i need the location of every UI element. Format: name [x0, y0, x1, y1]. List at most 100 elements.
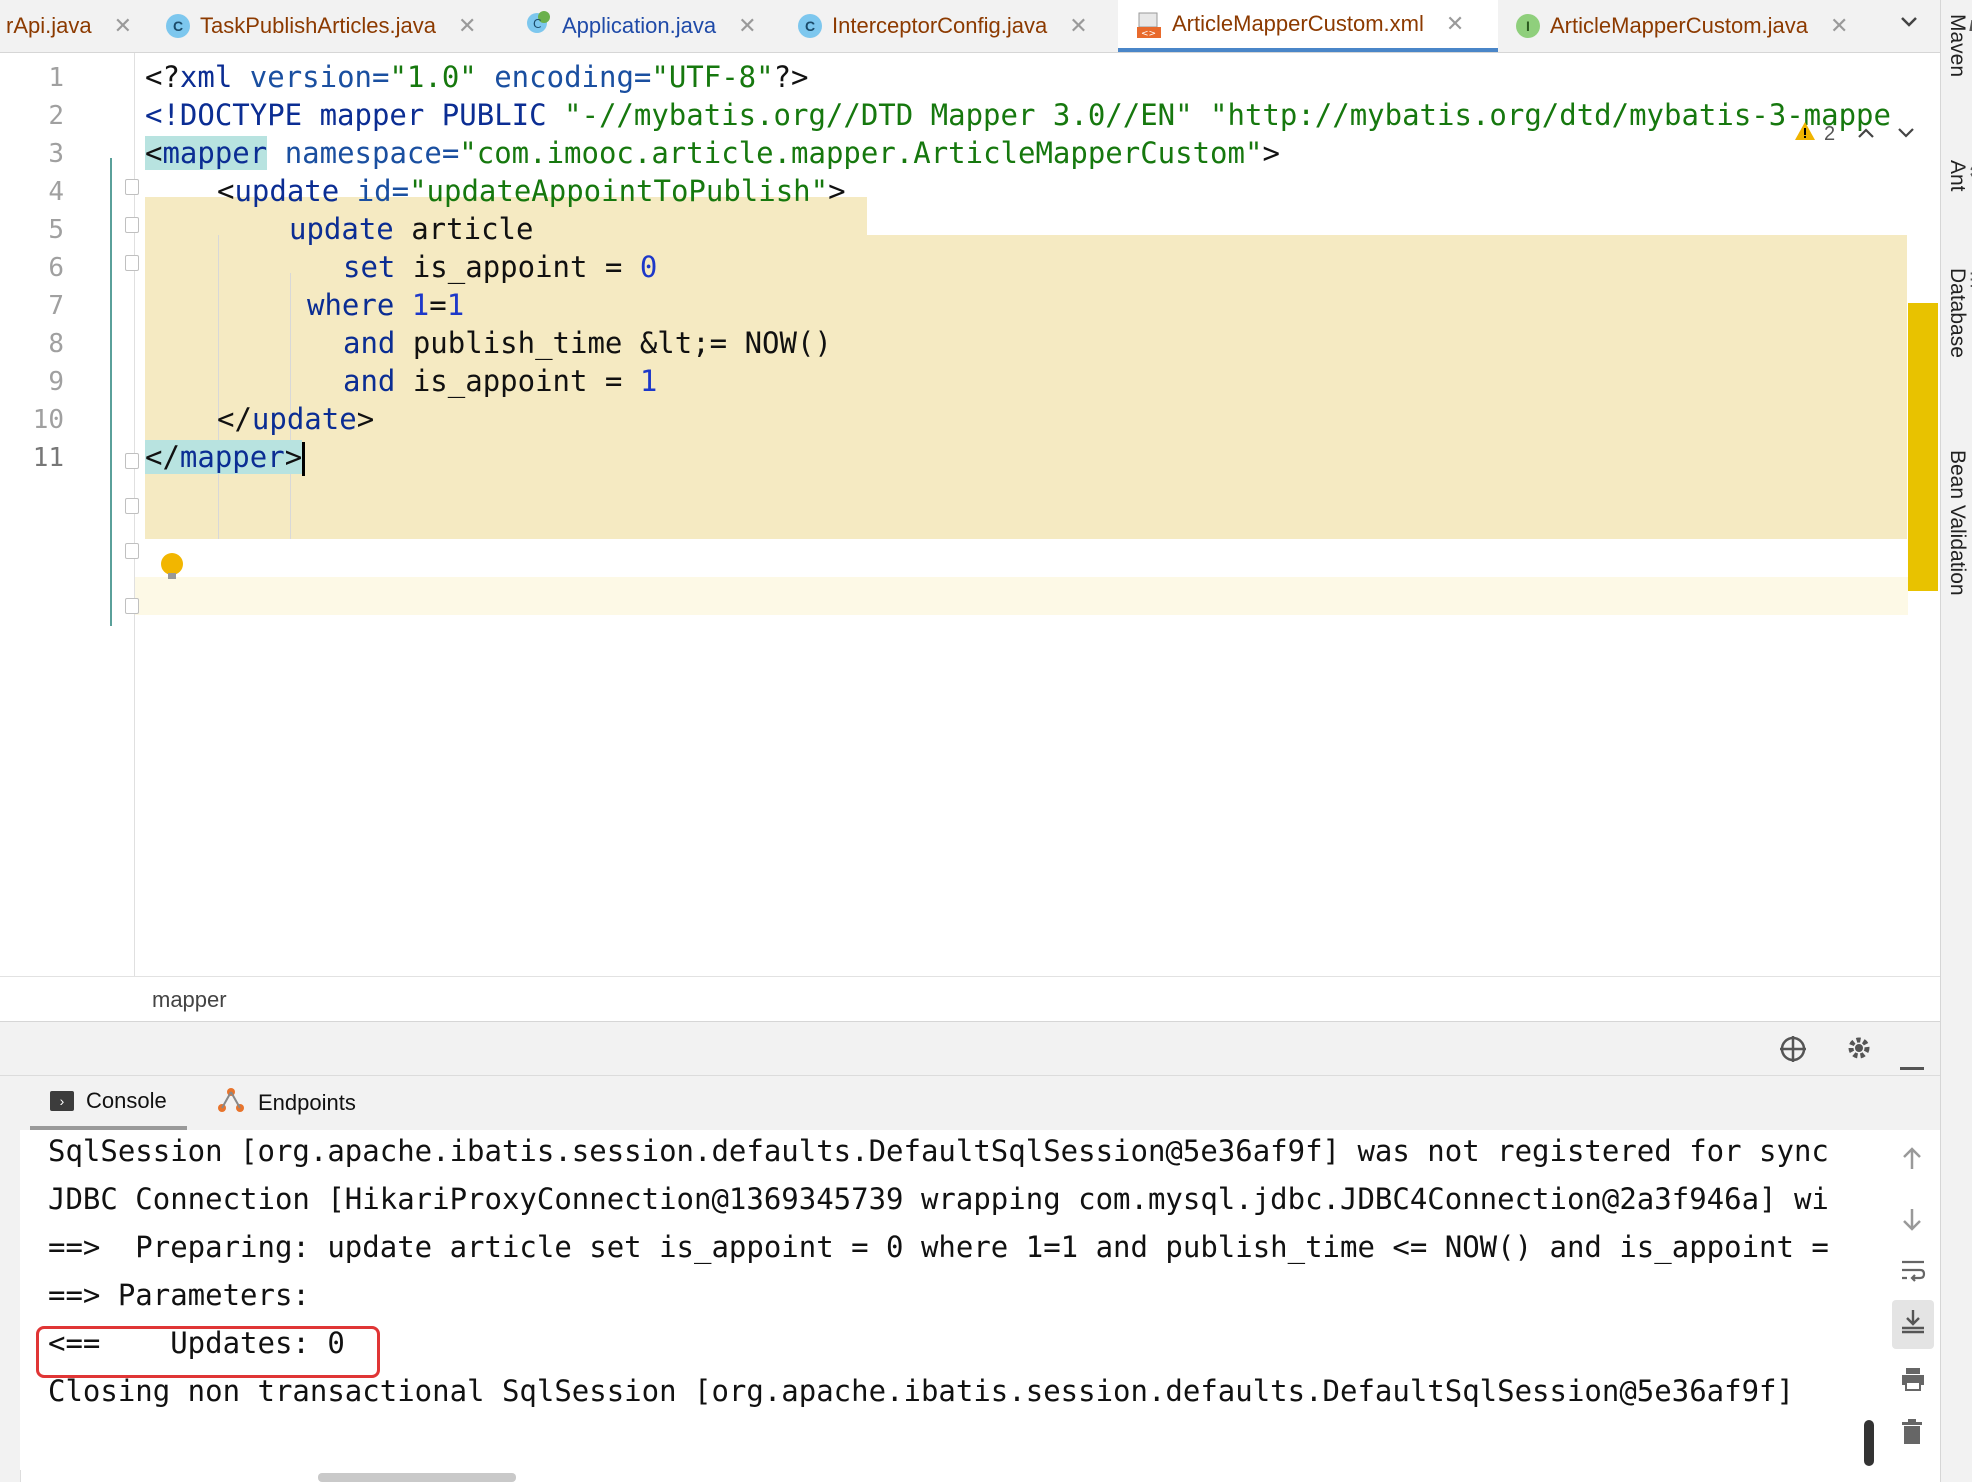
warning-count: 2 — [1824, 122, 1836, 145]
indent-guide — [218, 235, 219, 539]
breadcrumb-item[interactable]: mapper — [152, 987, 227, 1013]
tab-taskpublisharticles-java[interactable]: C TaskPublishArticles.java ✕ — [166, 0, 476, 52]
tab-articlemappercustom-xml[interactable]: <> ArticleMapperCustom.xml ✕ — [1118, 0, 1498, 52]
class-icon: C — [166, 14, 190, 38]
soft-wrap-icon[interactable] — [1900, 1258, 1926, 1289]
print-icon[interactable] — [1900, 1366, 1926, 1399]
crosshair-icon[interactable] — [1778, 1034, 1808, 1071]
gear-icon[interactable] — [1845, 1034, 1873, 1069]
error-stripe-marker[interactable] — [1908, 303, 1938, 591]
fold-toggle-icon[interactable] — [125, 217, 139, 233]
fold-toggle-icon[interactable] — [125, 255, 139, 271]
line-number: 3 — [48, 139, 64, 169]
bean-validation-label: Bean Validation — [1946, 450, 1969, 596]
breadcrumb: mapper — [0, 976, 1940, 1021]
text-caret — [302, 442, 306, 476]
console-line: SqlSession [org.apache.ibatis.session.de… — [48, 1134, 1829, 1168]
tab-console[interactable]: › Console — [30, 1076, 187, 1130]
tab-articlemappercustom-java[interactable]: I ArticleMapperCustom.java ✕ — [1516, 0, 1848, 52]
code-line-5: update article — [289, 212, 534, 246]
chevron-down-icon[interactable] — [1898, 10, 1920, 38]
inspection-widget[interactable]: 2 — [1794, 121, 1915, 147]
svg-text:<>: <> — [1141, 29, 1156, 39]
console-line: ==> Preparing: update article set is_app… — [48, 1230, 1829, 1264]
spring-app-icon: C — [524, 9, 552, 43]
maven-label: Maven — [1946, 14, 1969, 78]
tab-interceptorconfig-java[interactable]: C InterceptorConfig.java ✕ — [798, 0, 1088, 52]
tab-label: ArticleMapperCustom.java — [1550, 13, 1808, 38]
tab-application-java[interactable]: C Application.java ✕ — [524, 0, 757, 52]
code-line-11: </mapper> — [145, 438, 306, 476]
line-number: 1 — [48, 63, 64, 93]
ant-tool-button[interactable]: ✱ Ant — [1945, 160, 1972, 192]
tool-window-left-strip — [0, 1075, 21, 1482]
highlight-annotation-box — [36, 1326, 380, 1378]
editor-tab-bar: rApi.java ✕ C TaskPublishArticles.java ✕… — [0, 0, 1940, 53]
close-icon[interactable]: ✕ — [114, 13, 132, 39]
arrow-up-icon[interactable] — [1900, 1146, 1924, 1179]
horizontal-scrollbar[interactable] — [318, 1473, 516, 1482]
maven-tool-button[interactable]: m Maven — [1945, 14, 1972, 77]
code-line-1: <?xml version="1.0" encoding="UTF-8"?> — [145, 60, 809, 94]
lightbulb-icon[interactable] — [161, 553, 183, 579]
class-icon: C — [798, 14, 822, 38]
tab-console-label: Console — [86, 1088, 167, 1113]
console-icon: › — [50, 1091, 74, 1111]
chevron-up-icon[interactable] — [1857, 123, 1875, 146]
line-number: 9 — [48, 367, 64, 397]
trash-icon[interactable] — [1900, 1418, 1924, 1453]
tab-endpoints[interactable]: Endpoints — [216, 1076, 356, 1130]
code-line-8: and publish_time &lt;= NOW() — [343, 326, 832, 360]
xml-file-icon: <> — [1136, 11, 1162, 39]
current-line-highlight — [8, 577, 1908, 615]
tab-endpoints-label: Endpoints — [258, 1090, 356, 1115]
close-icon[interactable]: ✕ — [458, 13, 476, 39]
tool-window-header — [0, 1021, 1940, 1076]
close-icon[interactable]: ✕ — [1069, 13, 1087, 39]
line-number: 4 — [48, 177, 64, 207]
tab-label: ArticleMapperCustom.xml — [1172, 11, 1424, 36]
line-number: 2 — [48, 101, 64, 131]
console-output[interactable]: SqlSession [org.apache.ibatis.session.de… — [20, 1130, 1886, 1470]
line-number: 8 — [48, 329, 64, 359]
scroll-to-end-icon[interactable] — [1892, 1300, 1934, 1349]
minimize-icon[interactable] — [1900, 1046, 1924, 1078]
code-line-10: </update> — [217, 402, 375, 436]
tab-label: TaskPublishArticles.java — [200, 13, 436, 38]
tab-label: InterceptorConfig.java — [832, 13, 1048, 38]
close-icon[interactable]: ✕ — [738, 13, 756, 39]
close-icon[interactable]: ✕ — [1830, 13, 1848, 39]
endpoints-icon — [216, 1086, 246, 1120]
fold-toggle-icon[interactable] — [125, 453, 139, 469]
tab-label: Application.java — [562, 13, 717, 38]
console-line: JDBC Connection [HikariProxyConnection@1… — [48, 1182, 1829, 1216]
right-tool-strip: m Maven ✱ Ant ☰ Database ✓ Bean Validati… — [1940, 0, 1972, 1482]
code-line-2: <!DOCTYPE mapper PUBLIC "-//mybatis.org/… — [145, 98, 1891, 132]
fold-toggle-icon[interactable] — [125, 498, 139, 514]
code-line-3: <mapper namespace="com.imooc.article.map… — [145, 136, 1280, 170]
fold-toggle-icon[interactable] — [125, 543, 139, 559]
ant-label: Ant — [1946, 160, 1969, 192]
line-number: 11 — [32, 443, 64, 473]
code-line-4: <update id="updateAppointToPublish"> — [217, 174, 846, 208]
svg-text:C: C — [533, 17, 541, 31]
arrow-down-icon[interactable] — [1900, 1206, 1924, 1239]
vertical-scrollbar[interactable] — [1864, 1420, 1874, 1466]
code-editor[interactable]: 1 2 3 4 5 6 7 8 9 10 11 <?xml version="1… — [0, 53, 1940, 976]
chevron-down-icon[interactable] — [1897, 123, 1915, 146]
tab-label: rApi.java — [6, 13, 92, 38]
fold-toggle-icon[interactable] — [125, 598, 139, 614]
fold-toggle-icon[interactable] — [125, 179, 139, 195]
bean-validation-tool-button[interactable]: ✓ Bean Validation — [1945, 450, 1972, 596]
close-icon[interactable]: ✕ — [1446, 11, 1464, 37]
database-tool-button[interactable]: ☰ Database — [1945, 268, 1972, 358]
line-number: 6 — [48, 253, 64, 283]
warning-icon — [1794, 121, 1816, 147]
interface-icon: I — [1516, 14, 1540, 38]
console-action-strip — [1886, 1130, 1940, 1482]
line-number: 10 — [32, 405, 64, 435]
code-line-9: and is_appoint = 1 — [343, 364, 658, 398]
scope-indicator — [110, 158, 112, 626]
tab-rapi-java[interactable]: rApi.java ✕ — [6, 0, 132, 52]
line-number: 7 — [48, 291, 64, 321]
